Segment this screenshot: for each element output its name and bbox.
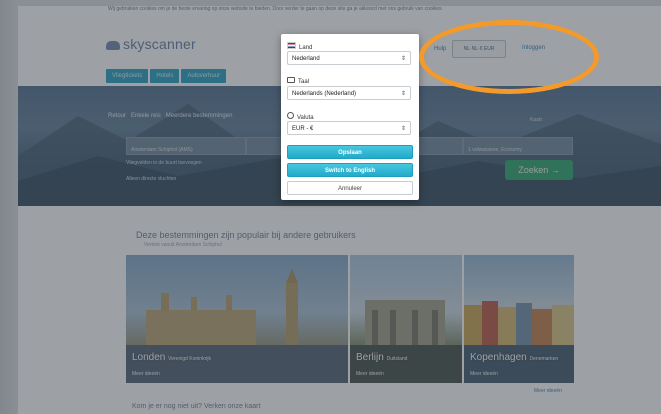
language-select[interactable]: Nederlands (Nederland) ⇕ — [287, 86, 411, 100]
select-arrows-icon: ⇕ — [400, 56, 406, 62]
country-select[interactable]: Nederland ⇕ — [287, 51, 411, 65]
language-icon — [287, 77, 295, 83]
switch-to-english-button[interactable]: Switch to English — [287, 163, 413, 177]
currency-label: Valuta — [287, 112, 314, 121]
language-label: Taal — [287, 77, 309, 85]
select-arrows-icon: ⇕ — [400, 91, 406, 97]
screenshot-frame: Wij gebruiken cookies om je de beste erv… — [0, 0, 661, 414]
country-select-value: Nederland — [292, 56, 320, 62]
locale-settings-modal: Land Nederland ⇕ Taal Nederlands (Nederl… — [281, 34, 419, 200]
cancel-button[interactable]: Annuleer — [287, 181, 413, 195]
save-button[interactable]: Opslaan — [287, 145, 413, 159]
highlight-annotation-ring — [419, 20, 599, 94]
select-arrows-icon: ⇕ — [400, 126, 406, 132]
netherlands-flag-icon — [287, 42, 296, 49]
currency-select-value: EUR - € — [292, 126, 314, 132]
currency-select[interactable]: EUR - € ⇕ — [287, 121, 411, 135]
currency-icon — [287, 112, 294, 119]
country-label: Land — [287, 42, 312, 51]
language-select-value: Nederlands (Nederland) — [292, 91, 357, 97]
